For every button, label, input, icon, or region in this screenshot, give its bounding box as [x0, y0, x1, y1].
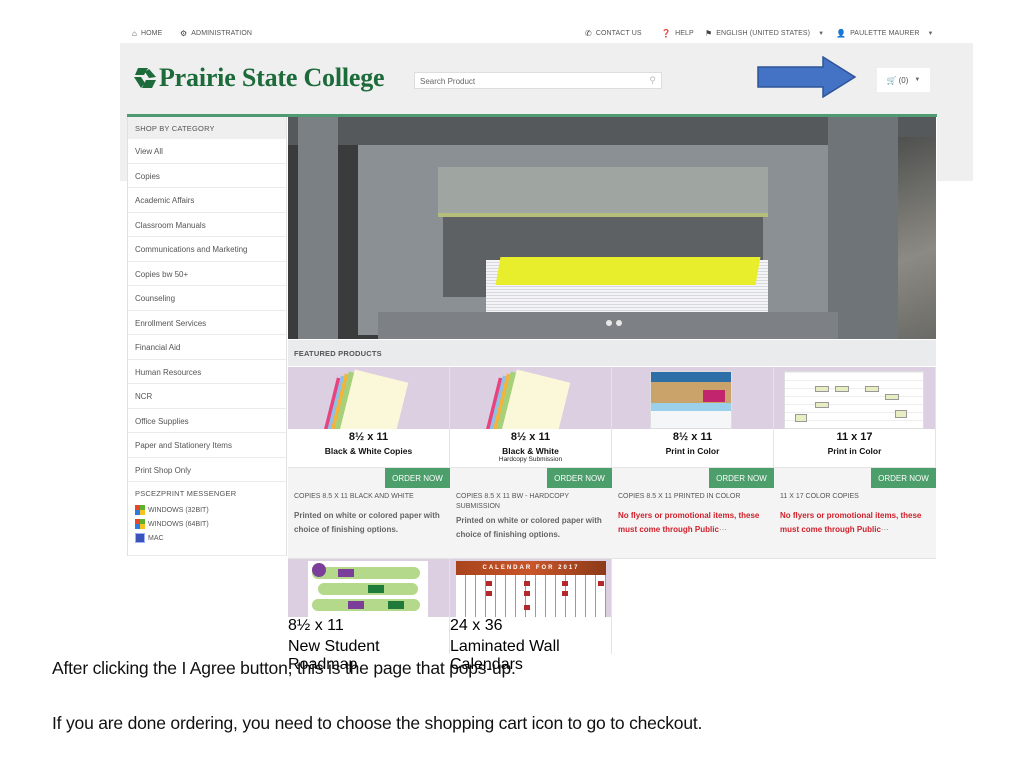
product-card: CALENDAR FOR 2017 24 x 36 Laminated Wall… [450, 559, 612, 673]
product-image[interactable] [288, 367, 449, 429]
contact-us-link[interactable]: ✆ CONTACT US [585, 29, 642, 38]
download-windows-32bit[interactable]: WINDOWS (32BIT) [135, 503, 279, 517]
search-input[interactable]: Search Product ⚲ [414, 72, 662, 89]
windows-icon [135, 505, 145, 515]
carousel-indicators [606, 320, 622, 326]
gear-icon: ⚙ [180, 29, 188, 38]
sidebar-item-copies-bw-50[interactable]: Copies bw 50+ [128, 262, 286, 286]
sidebar-item-print-shop-only[interactable]: Print Shop Only [128, 458, 286, 482]
product-warning: No flyers or promotional items, these mu… [780, 511, 922, 534]
sidebar-item-communications-marketing[interactable]: Communications and Marketing [128, 237, 286, 262]
sidebar-item-view-all[interactable]: View All [128, 139, 286, 164]
flag-icon: ⚑ [705, 29, 713, 38]
caption-line-2: If you are done ordering, you need to ch… [52, 713, 703, 733]
chevron-down-icon: ▼ [927, 30, 934, 37]
product-size: 24 x 36 [450, 617, 503, 634]
product-card: 8½ x 11 Print in Color ORDER NOW COPIES … [612, 367, 774, 559]
product-size: 8½ x 11 [348, 431, 389, 443]
user-menu-dropdown[interactable]: 👤 PAULETTE MAURER ▼ [836, 29, 934, 38]
sidebar-item-academic-affairs[interactable]: Academic Affairs [128, 188, 286, 213]
product-code[interactable]: 11 X 17 COLOR COPIES [780, 492, 930, 502]
order-now-button[interactable]: ORDER NOW [871, 468, 936, 489]
product-code[interactable]: COPIES 8.5 X 11 BW - HARDCOPY SUBMISSION [456, 492, 606, 512]
product-description: Printed on white or colored paper with c… [294, 511, 440, 534]
more-indicator[interactable]: ··· [881, 525, 889, 534]
phone-icon: ✆ [585, 29, 592, 38]
sidebar-item-enrollment-services[interactable]: Enrollment Services [128, 311, 286, 335]
user-icon: 👤 [836, 29, 847, 38]
home-icon: ⌂ [132, 29, 137, 38]
product-size: 8½ x 11 [288, 617, 344, 634]
annotation-arrow-icon [757, 56, 857, 98]
main-content: SHOP BY CATEGORY View All Copies Academi… [127, 114, 937, 673]
sidebar-heading: SHOP BY CATEGORY [128, 117, 286, 139]
sidebar-item-ncr[interactable]: NCR [128, 384, 286, 409]
help-icon: ❓ [661, 29, 672, 38]
sidebar-item-counseling[interactable]: Counseling [128, 286, 286, 311]
product-image[interactable]: CALENDAR FOR 2017 [450, 559, 611, 617]
order-now-button[interactable]: ORDER NOW [709, 468, 774, 489]
sidebar-item-financial-aid[interactable]: Financial Aid [128, 335, 286, 360]
product-image[interactable] [450, 367, 611, 429]
more-indicator[interactable]: ··· [719, 525, 727, 534]
download-windows-64bit[interactable]: WINDOWS (64BIT) [135, 517, 279, 531]
product-card: 8½ x 11 Black & White Copies ORDER NOW C… [288, 367, 450, 559]
product-name: Print in Color [827, 446, 882, 456]
sidebar-item-human-resources[interactable]: Human Resources [128, 360, 286, 384]
product-name: Black & White Copies [324, 446, 413, 456]
order-now-button[interactable]: ORDER NOW [547, 468, 612, 489]
top-utility-bar: ⌂ HOME ⚙ ADMINISTRATION ✆ CONTACT US ❓ H… [120, 22, 973, 44]
college-logo[interactable]: Prairie State College [132, 63, 385, 93]
shopping-cart-button[interactable]: 🛒 (0) ▼ [877, 68, 930, 92]
product-code[interactable]: COPIES 8.5 X 11 PRINTED IN COLOR [618, 492, 768, 502]
sidebar-item-copies[interactable]: Copies [128, 164, 286, 188]
windows-icon [135, 519, 145, 529]
chevron-down-icon: ▼ [818, 30, 825, 37]
logo-text: Prairie State College [159, 63, 385, 92]
beach-flyer-image [650, 371, 732, 429]
home-link[interactable]: ⌂ HOME [132, 29, 162, 38]
floorplan-image [784, 371, 924, 429]
administration-link[interactable]: ⚙ ADMINISTRATION [180, 29, 252, 38]
product-card: 8½ x 11 New Student Roadmap [288, 559, 450, 673]
product-size: 8½ x 11 [510, 431, 551, 443]
product-size: 11 x 17 [836, 431, 873, 443]
caption-line-1: After clicking the I Agree button, this … [52, 658, 516, 678]
search-icon[interactable]: ⚲ [649, 75, 656, 86]
product-name: Black & White [502, 446, 559, 456]
product-description: Printed on white or colored paper with c… [456, 516, 602, 539]
download-mac[interactable]: MAC [135, 531, 279, 545]
messenger-title: PSCEZPRINT MESSENGER [135, 489, 237, 498]
featured-products-heading: FEATURED PRODUCTS [288, 340, 936, 366]
slide: ⌂ HOME ⚙ ADMINISTRATION ✆ CONTACT US ❓ H… [0, 0, 1024, 768]
product-card: 11 x 17 Print in Color ORDER NOW 11 X 17… [774, 367, 936, 559]
sidebar-item-paper-stationery[interactable]: Paper and Stationery Items [128, 433, 286, 458]
language-dropdown[interactable]: ⚑ ENGLISH (UNITED STATES) ▼ [705, 29, 824, 38]
calendar-image: CALENDAR FOR 2017 [456, 561, 606, 617]
chevron-down-icon: ▼ [914, 77, 921, 83]
product-warning: No flyers or promotional items, these mu… [618, 511, 760, 534]
product-name: Print in Color [665, 446, 720, 456]
product-image[interactable] [774, 367, 935, 429]
product-size: 8½ x 11 [672, 431, 713, 443]
sidebar-item-classroom-manuals[interactable]: Classroom Manuals [128, 213, 286, 237]
carousel-dot[interactable] [616, 320, 622, 326]
sidebar-item-office-supplies[interactable]: Office Supplies [128, 409, 286, 433]
product-code[interactable]: COPIES 8.5 X 11 BLACK AND WHITE [294, 492, 444, 502]
cart-icon: 🛒 [886, 75, 897, 85]
product-image[interactable] [288, 559, 449, 617]
carousel-dot[interactable] [606, 320, 612, 326]
roadmap-image [308, 561, 428, 617]
logo-mark-icon [134, 68, 156, 88]
order-now-button[interactable]: ORDER NOW [385, 468, 450, 489]
messenger-downloads: PSCEZPRINT MESSENGER WINDOWS (32BIT) WIN… [128, 482, 286, 556]
product-card: 8½ x 11 Black & White Hardcopy Submissio… [450, 367, 612, 559]
hero-carousel[interactable] [288, 117, 936, 339]
mac-icon [135, 533, 145, 543]
product-subtitle: Hardcopy Submission [498, 456, 563, 463]
category-sidebar: SHOP BY CATEGORY View All Copies Academi… [127, 117, 287, 556]
product-image[interactable] [612, 367, 773, 429]
help-link[interactable]: ❓ HELP [661, 29, 694, 38]
